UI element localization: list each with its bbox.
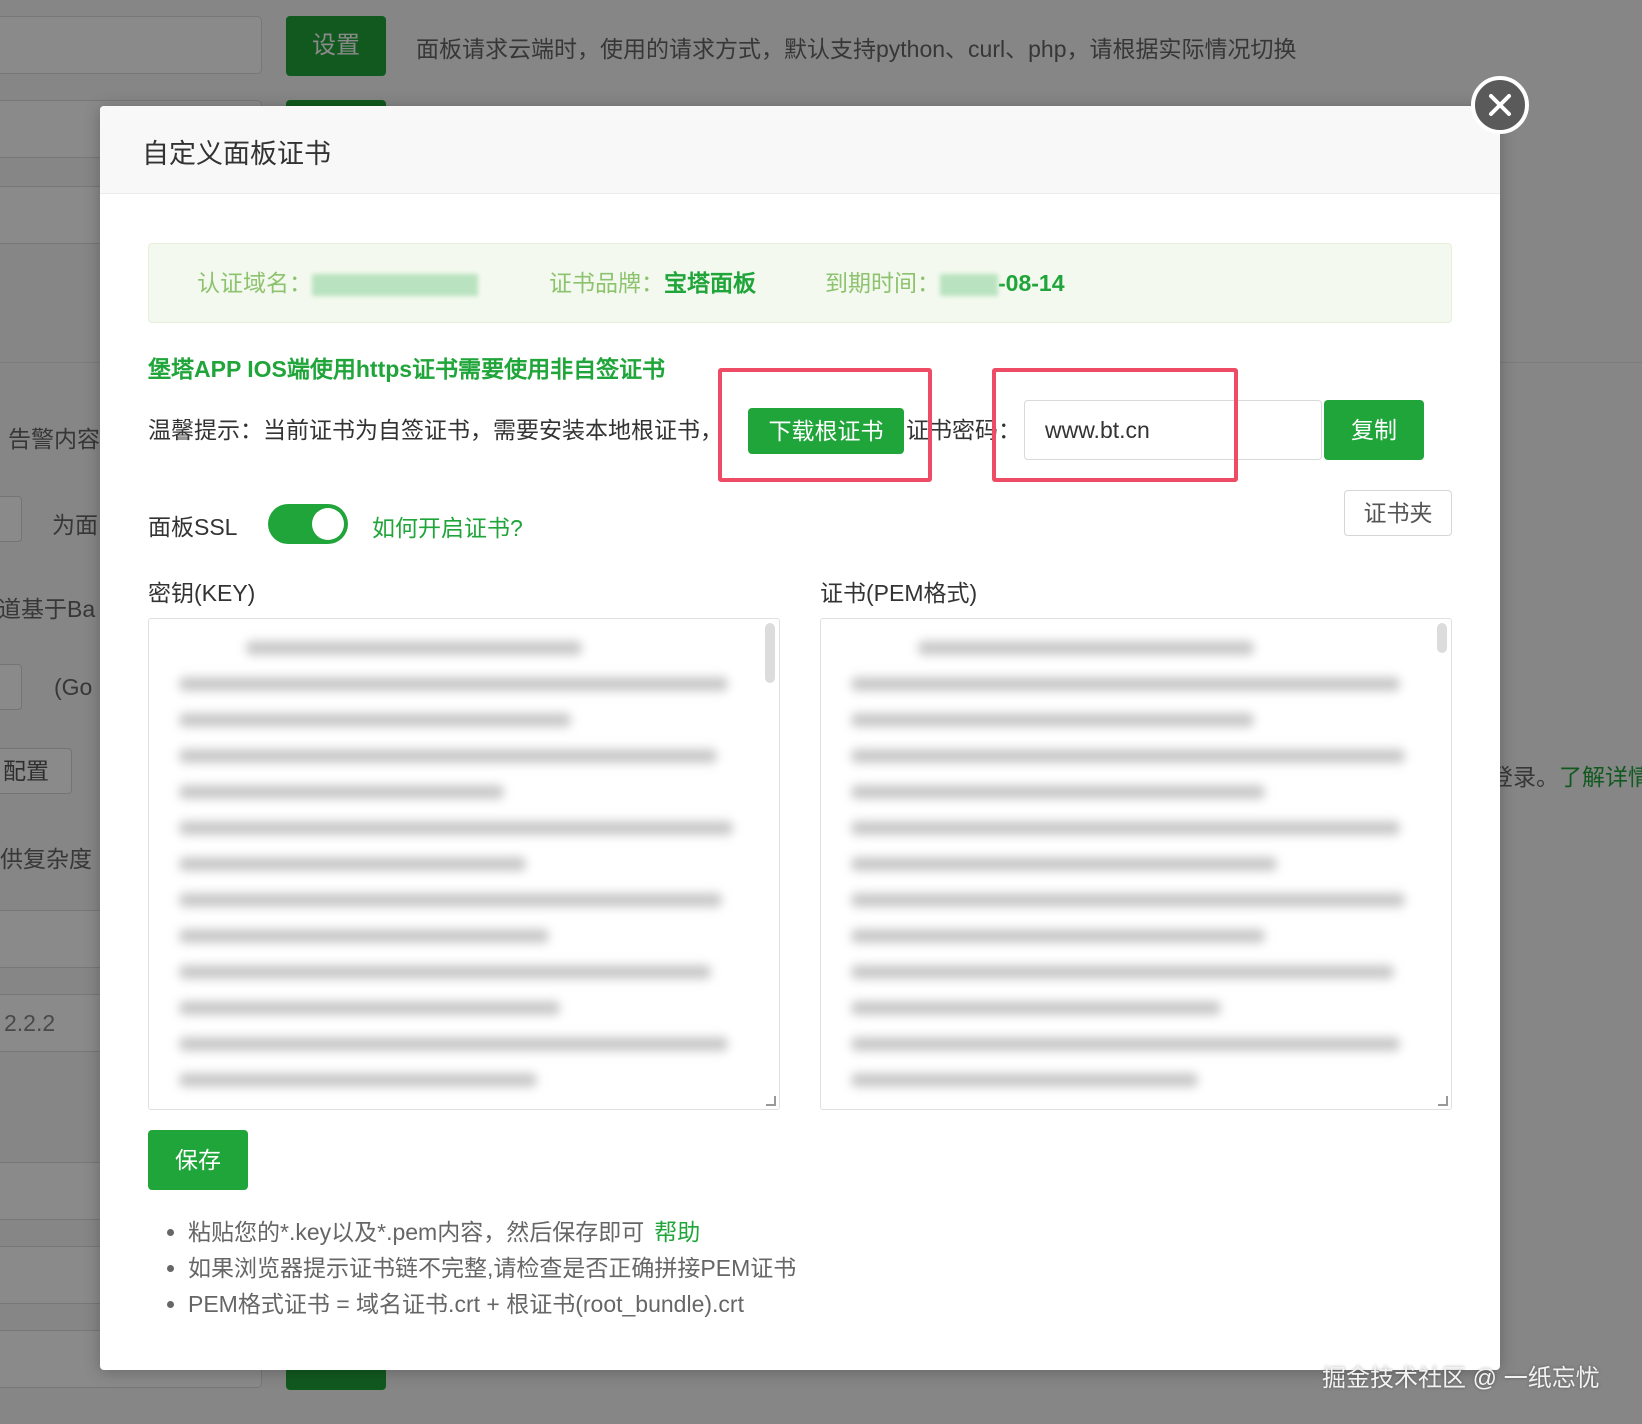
key-label: 密钥(KEY) [148, 580, 256, 606]
note-item: 如果浏览器提示证书链不完整,请检查是否正确拼接PEM证书 [188, 1250, 796, 1286]
key-resize-handle[interactable] [766, 1096, 776, 1106]
cert-expiry: 到期时间： -08-14 [825, 244, 1064, 322]
close-dialog-button[interactable] [1471, 76, 1529, 134]
how-to-enable-cert-link[interactable]: 如何开启证书? [372, 509, 523, 543]
watermark: 掘金技术社区 @ 一纸忘忧 [1322, 1365, 1600, 1392]
toggle-knob [312, 508, 344, 540]
help-notes-list: 粘贴您的*.key以及*.pem内容，然后保存即可帮助 如果浏览器提示证书链不完… [148, 1214, 796, 1322]
download-root-cert-button[interactable]: 下载根证书 [748, 408, 904, 454]
cert-domain-label: 认证域名： [197, 270, 312, 296]
copy-password-button[interactable]: 复制 [1324, 400, 1424, 460]
cert-domain-redacted [312, 273, 478, 296]
cert-expiry-redacted [940, 273, 998, 296]
note-item: 粘贴您的*.key以及*.pem内容，然后保存即可帮助 [188, 1214, 796, 1250]
cert-folder-button[interactable]: 证书夹 [1344, 490, 1452, 536]
save-button[interactable]: 保存 [148, 1130, 248, 1190]
note-item: PEM格式证书 = 域名证书.crt + 根证书(root_bundle).cr… [188, 1286, 796, 1322]
panel-ssl-toggle[interactable] [268, 504, 348, 544]
pem-label: 证书(PEM格式) [820, 580, 978, 606]
key-scrollbar[interactable] [765, 623, 775, 683]
cert-brand-value: 宝塔面板 [664, 270, 756, 296]
dialog-header: 自定义面板证书 [100, 106, 1500, 194]
custom-panel-cert-dialog: 自定义面板证书 认证域名： 证书品牌：宝塔面板 到期时间： -08-14 堡塔AP… [100, 106, 1500, 1370]
cert-domain: 认证域名： [197, 244, 478, 322]
cert-password-field[interactable]: www.bt.cn [1024, 400, 1322, 460]
cert-brand-label: 证书品牌： [549, 270, 664, 296]
pem-scrollbar[interactable] [1437, 623, 1447, 653]
cert-info-box: 认证域名： 证书品牌：宝塔面板 到期时间： -08-14 [148, 243, 1452, 323]
key-textarea[interactable] [148, 618, 780, 1110]
key-content-redacted [179, 641, 739, 1109]
dialog-title: 自定义面板证书 [142, 139, 331, 169]
ios-app-notice: 堡塔APP IOS端使用https证书需要使用非自签证书 [148, 356, 666, 382]
self-signed-tip: 温馨提示：当前证书为自签证书，需要安装本地根证书， [148, 417, 723, 443]
cert-expiry-label: 到期时间： [825, 270, 940, 296]
cert-brand: 证书品牌：宝塔面板 [549, 244, 756, 322]
pem-resize-handle[interactable] [1438, 1096, 1448, 1106]
note-text: 粘贴您的*.key以及*.pem内容，然后保存即可 [188, 1219, 645, 1245]
cert-expiry-value: -08-14 [998, 270, 1065, 296]
pem-content-redacted [851, 641, 1411, 1109]
help-link[interactable]: 帮助 [654, 1219, 700, 1245]
cert-password-label: 证书密码： [906, 417, 1021, 443]
panel-ssl-label: 面板SSL [148, 514, 238, 540]
pem-textarea[interactable] [820, 618, 1452, 1110]
